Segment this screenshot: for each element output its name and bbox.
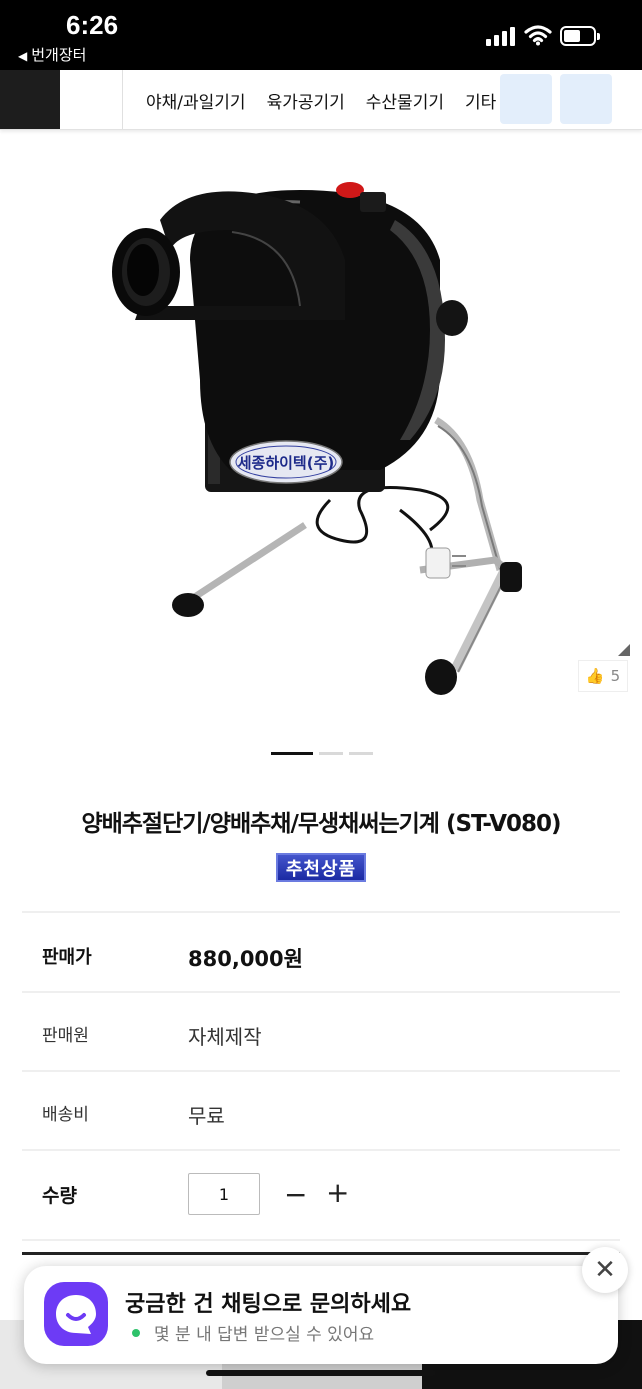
like-button[interactable]: 👍 5: [578, 660, 628, 692]
quantity-label: 수량: [42, 1185, 77, 1207]
gallery-dot[interactable]: [319, 752, 343, 755]
gallery-dot[interactable]: [349, 752, 373, 755]
battery-icon: [560, 26, 600, 46]
wifi-icon: [524, 25, 552, 46]
gallery-indicator: [271, 752, 373, 756]
category-meat[interactable]: 육가공기기: [267, 88, 345, 113]
home-indicator: [206, 1370, 436, 1376]
shipping-value: 무료: [188, 1104, 225, 1128]
like-count: 5: [610, 667, 621, 685]
price-row: 판매가 880,000원: [22, 911, 620, 991]
chat-title: 궁금한 건 채팅으로 문의하세요: [125, 1292, 412, 1317]
price-value: 880,000원: [188, 947, 303, 971]
quantity-input[interactable]: 1: [188, 1173, 260, 1215]
shipping-label: 배송비: [42, 1105, 89, 1125]
menu-button[interactable]: [0, 70, 60, 129]
nav-ghost-button: [500, 74, 552, 124]
category-items: 야채/과일기기 육가공기기 수산물기기 기타: [146, 70, 517, 129]
shipping-row: 배송비 무료: [22, 1070, 620, 1150]
row-divider: [22, 1239, 620, 1241]
status-time: 6:26: [66, 10, 119, 40]
category-seafood[interactable]: 수산물기기: [366, 88, 444, 113]
back-arrow-icon: ◀: [18, 49, 28, 63]
status-bar: 6:26 ◀ 번개장터: [0, 0, 642, 70]
product-photo[interactable]: 세종하이텍(주): [0, 140, 642, 740]
signal-icon: [486, 26, 516, 46]
nav-ghost-button: [560, 74, 612, 124]
gallery-dot[interactable]: [271, 752, 313, 755]
price-label: 판매가: [42, 947, 92, 968]
chat-popup[interactable]: 궁금한 건 채팅으로 문의하세요 몇 분 내 답변 받으실 수 있어요: [24, 1266, 618, 1364]
back-app-label: 번개장터: [31, 46, 87, 64]
chat-subtitle: 몇 분 내 답변 받으실 수 있어요: [154, 1325, 375, 1345]
quantity-row: 수량: [22, 1149, 620, 1241]
back-to-app-button[interactable]: ◀ 번개장터: [18, 44, 86, 65]
nameplate-text: 세종하이텍(주): [238, 454, 335, 472]
seller-label: 판매원: [42, 1026, 89, 1046]
thumbs-up-icon: 👍: [585, 667, 605, 685]
section-divider: [22, 1252, 620, 1255]
category-vegetable-fruit[interactable]: 야채/과일기기: [146, 88, 246, 113]
chat-bubble-icon: [56, 1295, 96, 1334]
chat-subtitle-row: 몇 분 내 답변 받으실 수 있어요: [132, 1320, 374, 1345]
online-status-icon: [132, 1328, 140, 1337]
quantity-increase-button[interactable]: +: [326, 1176, 349, 1209]
like-corner-mark: [618, 644, 630, 656]
product-title: 양배추절단기/양배추채/무생채써는기계 (ST-V080): [81, 811, 561, 837]
seller-row: 판매원 자체제작: [22, 991, 620, 1071]
seller-value: 자체제작: [188, 1025, 262, 1049]
quantity-decrease-button[interactable]: −: [284, 1178, 307, 1211]
category-nav: 야채/과일기기 육가공기기 수산물기기 기타: [0, 70, 642, 130]
category-etc[interactable]: 기타: [465, 88, 496, 113]
nav-divider: [122, 70, 123, 129]
chat-bot-avatar: [44, 1282, 108, 1346]
recommended-badge: 추천상품: [276, 853, 366, 882]
close-icon[interactable]: ✕: [582, 1247, 628, 1293]
